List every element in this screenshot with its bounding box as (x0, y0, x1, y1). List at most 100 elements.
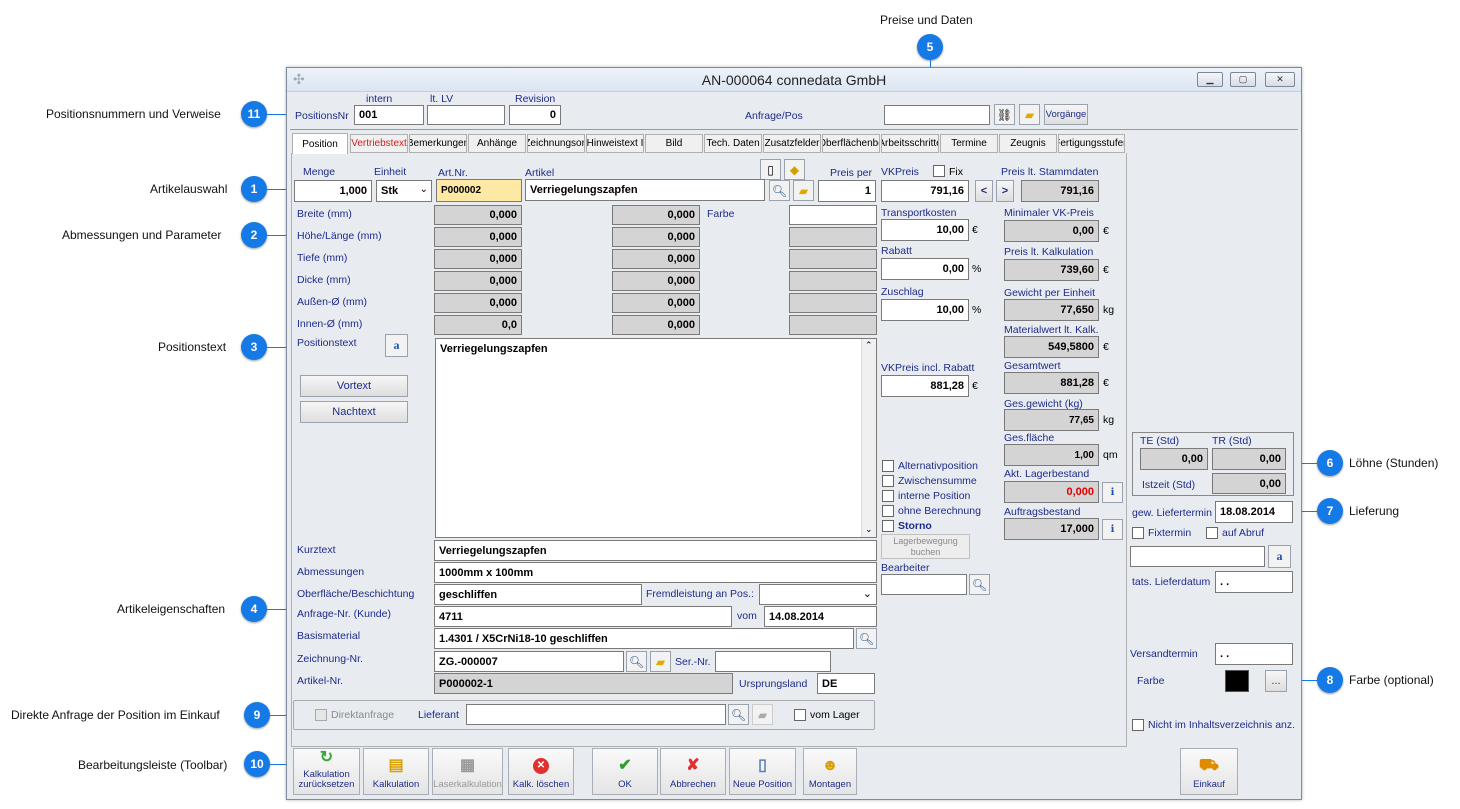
lieferung-note-input[interactable] (1130, 546, 1265, 567)
artikel-input[interactable]: Verriegelungszapfen (525, 179, 765, 201)
kalkulation-zuruecksetzen-button[interactable]: ↻ Kalkulation zurücksetzen (293, 748, 360, 795)
tiefe-v1[interactable]: 0,000 (434, 249, 522, 269)
innen-v2[interactable]: 0,000 (612, 315, 700, 335)
vom-input[interactable]: 14.08.2014 (764, 606, 877, 627)
search-icon[interactable]: 🔍︎ (856, 628, 877, 649)
revision-input[interactable]: 0 (509, 105, 561, 125)
tab-position[interactable]: Position (292, 133, 348, 154)
price-next-button[interactable]: > (996, 180, 1014, 202)
fixtermin-checkbox[interactable] (1132, 527, 1144, 539)
scroll-down-icon[interactable]: ⌄ (865, 524, 873, 535)
article-picture-icon[interactable]: ◆ (784, 159, 805, 180)
tab-oberflaechen[interactable]: Oberflächenbe (822, 134, 880, 153)
abbrechen-button[interactable]: ✘ Abbrechen (660, 748, 726, 795)
abmessungen-input[interactable]: 1000mm x 100mm (434, 562, 877, 583)
tab-vertriebstext[interactable]: Vertriebstext (350, 134, 408, 153)
dicke-v1[interactable]: 0,000 (434, 271, 522, 291)
tab-bemerkungen[interactable]: Bemerkungen (409, 134, 467, 153)
search-icon[interactable]: 🔍︎ (969, 574, 990, 595)
tiefe-v2[interactable]: 0,000 (612, 249, 700, 269)
ursprung-input[interactable]: DE (817, 673, 875, 694)
folder-icon[interactable]: ▰ (1019, 104, 1040, 125)
search-icon[interactable]: 🔍︎ (769, 180, 790, 201)
artikelnr-input[interactable]: P000002-1 (434, 673, 733, 694)
zeichnung-input[interactable]: ZG.-000007 (434, 651, 624, 672)
param-field-6[interactable] (789, 315, 877, 335)
color-swatch[interactable] (1225, 670, 1249, 692)
montagen-button[interactable]: ☻ Montagen (803, 748, 857, 795)
ok-button[interactable]: ✔ OK (592, 748, 658, 795)
tab-anhaenge[interactable]: Anhänge (468, 134, 526, 153)
kalk-loeschen-button[interactable]: ✕ Kalk. löschen (508, 748, 574, 795)
tab-fertigungsstufen[interactable]: Fertigungsstufen (1058, 134, 1125, 153)
maximize-button[interactable]: ▢ (1230, 72, 1256, 87)
hoehe-v1[interactable]: 0,000 (434, 227, 522, 247)
color-picker-button[interactable]: ... (1265, 670, 1287, 692)
anfrage-pos-input[interactable] (884, 105, 990, 125)
zuschlag-input[interactable]: 10,00 (881, 299, 969, 321)
tab-hinweistext[interactable]: Hinweistext I (586, 134, 644, 153)
document-icon[interactable]: ▯ (760, 159, 781, 180)
tab-termine[interactable]: Termine (940, 134, 998, 153)
aussen-v1[interactable]: 0,000 (434, 293, 522, 313)
oberflaeche-input[interactable]: geschliffen (434, 584, 642, 605)
direktanfrage-checkbox[interactable] (315, 709, 327, 721)
folder-icon[interactable]: ▰ (793, 180, 814, 201)
alternativ-checkbox[interactable] (882, 460, 894, 472)
sernr-input[interactable] (715, 651, 831, 672)
artnr-input[interactable]: P000002 (436, 179, 522, 202)
param-field-3[interactable] (789, 249, 877, 269)
preis-per-input[interactable]: 1 (818, 180, 876, 202)
positionstext-area[interactable]: Verriegelungszapfen ⌃ ⌄ (435, 338, 877, 538)
minimize-button[interactable]: ▁ (1197, 72, 1223, 87)
versandtermin-input[interactable]: . . (1215, 643, 1293, 665)
info-icon[interactable]: ℹ (1102, 519, 1123, 540)
kalkulation-button[interactable]: ▤ Kalkulation (363, 748, 429, 795)
fremdleistung-select[interactable]: ⌄ (759, 584, 877, 605)
hoehe-v2[interactable]: 0,000 (612, 227, 700, 247)
farbe-input[interactable] (789, 205, 877, 225)
param-field-5[interactable] (789, 293, 877, 313)
transport-input[interactable]: 10,00 (881, 219, 969, 241)
text-format-icon[interactable]: a (1268, 545, 1291, 568)
zwischensumme-checkbox[interactable] (882, 475, 894, 487)
param-field-4[interactable] (789, 271, 877, 291)
dicke-v2[interactable]: 0,000 (612, 271, 700, 291)
neue-position-button[interactable]: ▯ Neue Position (729, 748, 796, 795)
vom-lager-checkbox[interactable] (794, 709, 806, 721)
breite-v1[interactable]: 0,000 (434, 205, 522, 225)
auf-abruf-checkbox[interactable] (1206, 527, 1218, 539)
intern-checkbox[interactable] (882, 490, 894, 502)
folder-icon[interactable]: ▰ (650, 651, 671, 672)
close-button[interactable]: ✕ (1265, 72, 1295, 87)
einheit-select[interactable]: Stk ⌄ (376, 180, 432, 202)
tab-tech-daten[interactable]: Tech. Daten (704, 134, 762, 153)
storno-checkbox[interactable] (882, 520, 894, 532)
text-format-icon[interactable]: a (385, 334, 408, 357)
tab-zeugnis[interactable]: Zeugnis (999, 134, 1057, 153)
nachtext-button[interactable]: Nachtext (300, 401, 408, 423)
kurztext-input[interactable]: Verriegelungszapfen (434, 540, 877, 561)
tab-arbeitsschritte[interactable]: Arbeitsschritte (881, 134, 939, 153)
basismaterial-input[interactable]: 1.4301 / X5CrNi18-10 geschliffen (434, 628, 854, 649)
menge-input[interactable]: 1,000 (294, 180, 372, 202)
aussen-v2[interactable]: 0,000 (612, 293, 700, 313)
tab-zeichnungsort[interactable]: Zeichnungsort (527, 134, 585, 153)
intern-input[interactable]: 001 (354, 105, 424, 125)
vkpreis-input[interactable]: 791,16 (881, 180, 969, 202)
ltlv-input[interactable] (427, 105, 505, 125)
rabatt-input[interactable]: 0,00 (881, 258, 969, 280)
tab-bild[interactable]: Bild (645, 134, 703, 153)
vortext-button[interactable]: Vortext (300, 375, 408, 397)
breite-v2[interactable]: 0,000 (612, 205, 700, 225)
fix-checkbox[interactable] (933, 165, 945, 177)
info-icon[interactable]: ℹ (1102, 482, 1123, 503)
bearbeiter-input[interactable] (881, 574, 967, 595)
tats-lieferdatum-input[interactable]: . . (1215, 571, 1293, 593)
link-icon[interactable]: ⛓ (994, 104, 1015, 125)
einkauf-button[interactable]: ⛟ Einkauf (1180, 748, 1238, 795)
search-icon[interactable]: 🔍︎ (626, 651, 647, 672)
scrollbar[interactable]: ⌃ ⌄ (861, 339, 876, 537)
ohne-berechnung-checkbox[interactable] (882, 505, 894, 517)
param-field-2[interactable] (789, 227, 877, 247)
